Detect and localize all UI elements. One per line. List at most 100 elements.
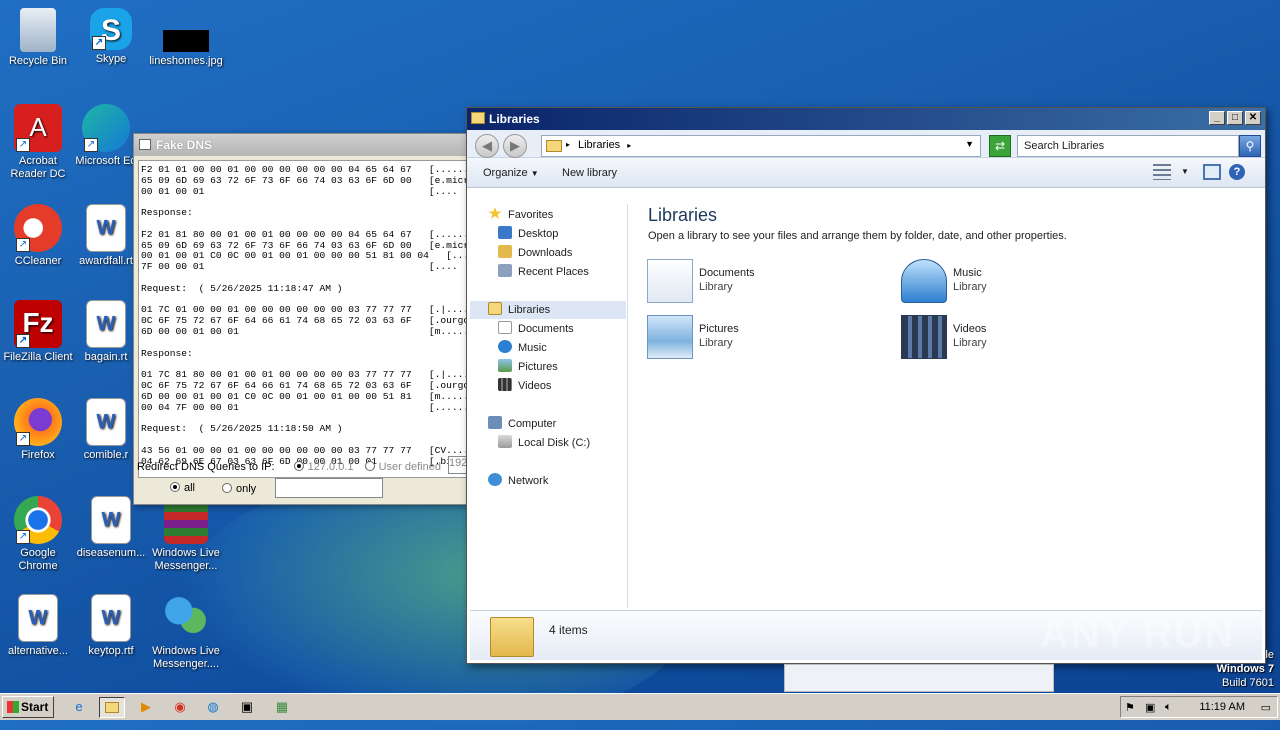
nav-pictures[interactable]: Pictures (498, 358, 558, 376)
app-taskbar-icon[interactable]: ▦ (269, 697, 295, 718)
show-desktop-icon[interactable]: ▭ (1261, 701, 1271, 714)
clock[interactable]: 11:19 AM (1199, 701, 1245, 713)
forward-button[interactable]: ▶ (503, 134, 527, 158)
fakedns-taskbar-button[interactable]: ▣ (234, 697, 260, 718)
chevron-down-icon[interactable]: ▼ (965, 139, 974, 149)
desktop-icon-ccleaner[interactable]: ↗ CCleaner (0, 204, 76, 268)
ccleaner-icon: ↗ (14, 204, 62, 252)
command-bar: Organize ▼ New library ▼ ? (467, 158, 1265, 188)
breadcrumb-chevron-icon: ▸ (566, 140, 571, 149)
desktop-icon-edge[interactable]: ↗ Microsoft Ed (72, 104, 140, 168)
maximize-button[interactable]: □ (1227, 111, 1243, 125)
library-music[interactable]: Music Library (901, 257, 1101, 305)
fakedns-titlebar[interactable]: Fake DNS (134, 134, 492, 156)
windows-flag-icon (7, 701, 19, 713)
desktop-icon-skype[interactable]: S ↗ Skype (73, 8, 149, 66)
explorer-taskbar-button[interactable] (99, 697, 125, 718)
computer-icon (488, 416, 502, 429)
library-videos[interactable]: Videos Library (901, 313, 1101, 361)
radio-icon (222, 483, 232, 493)
volume-icon[interactable]: 🔈︎ (1165, 701, 1172, 714)
content-pane: Libraries Open a library to see your fil… (629, 195, 1263, 608)
nav-libraries[interactable]: Libraries (470, 301, 626, 319)
nav-local-disk[interactable]: Local Disk (C:) (498, 434, 590, 452)
recycle-bin-icon (20, 8, 56, 52)
network-tray-icon[interactable]: ▣ (1145, 701, 1155, 714)
address-bar[interactable]: ▸ Libraries ▸ ▼ (541, 135, 981, 157)
desktop-icon-firefox[interactable]: ↗ Firefox (0, 398, 76, 462)
library-documents[interactable]: Documents Library (647, 257, 847, 305)
desktop-icon-diseasenum[interactable]: W diseasenum... (72, 496, 150, 560)
organize-button[interactable]: Organize ▼ (483, 167, 539, 179)
explorer-window[interactable]: Libraries _ □ ✕ ◀ ▶ ▸ Libraries ▸ ▼ ⇄ Se… (466, 107, 1266, 664)
nav-videos[interactable]: Videos (498, 377, 551, 395)
nav-desktop[interactable]: Desktop (498, 225, 558, 243)
explorer-titlebar[interactable]: Libraries _ □ ✕ (467, 108, 1265, 130)
desktop-icon-awardfall[interactable]: W awardfall.rt (72, 204, 140, 268)
desktop-icon (498, 226, 512, 239)
flag-icon[interactable]: ⚑ (1125, 701, 1135, 714)
only-radio[interactable]: only (222, 483, 256, 495)
nav-downloads[interactable]: Downloads (498, 244, 572, 262)
library-pictures[interactable]: Pictures Library (647, 313, 847, 361)
navigation-pane: Favorites Desktop Downloads Recent Place… (470, 204, 628, 608)
pictures-library-icon (647, 315, 693, 359)
firefox-icon: ↗ (14, 398, 62, 446)
word-document-icon: W (86, 300, 126, 348)
minimize-button[interactable]: _ (1209, 111, 1225, 125)
image-file-icon (163, 30, 209, 52)
user-defined-radio[interactable]: User defined (364, 461, 441, 473)
back-button[interactable]: ◀ (475, 134, 499, 158)
desktop-icon-winrar[interactable]: Windows Live Messenger... (148, 496, 224, 573)
ip-option-radio[interactable]: 127.0.0.1 (293, 461, 354, 473)
chevron-down-icon: ▼ (530, 169, 539, 178)
skype-icon: S ↗ (90, 8, 132, 50)
nav-recent-places[interactable]: Recent Places (498, 263, 589, 281)
user-ip-field[interactable]: 192 (448, 456, 468, 474)
window-app-icon (139, 139, 151, 150)
word-document-icon: W (91, 594, 131, 642)
chrome-icon: ↗ (14, 496, 62, 544)
word-document-icon: W (91, 496, 131, 544)
nav-documents[interactable]: Documents (498, 320, 574, 338)
nav-network[interactable]: Network (488, 472, 548, 490)
desktop-icon-alternative[interactable]: W alternative... (0, 594, 76, 658)
desktop-icon-keytop[interactable]: W keytop.rtf (72, 594, 150, 658)
help-icon[interactable]: ? (1229, 164, 1245, 180)
desktop-icon-lineshomes[interactable]: lineshomes.jpg (148, 8, 224, 68)
desktop-icon-filezilla[interactable]: Fz ↗ FileZilla Client (0, 300, 76, 364)
nav-favorites[interactable]: Favorites (488, 206, 553, 224)
close-button[interactable]: ✕ (1245, 111, 1261, 125)
desktop-icon-bagain[interactable]: W bagain.rt (72, 300, 140, 364)
ie-icon[interactable]: e (66, 697, 92, 718)
fakedns-window[interactable]: Fake DNS F2 01 01 00 00 01 00 00 00 00 0… (133, 133, 493, 505)
all-radio[interactable]: all (170, 482, 195, 494)
messenger-icon (162, 594, 210, 642)
new-library-button[interactable]: New library (562, 167, 617, 179)
videos-icon (498, 378, 512, 391)
nav-computer[interactable]: Computer (488, 415, 556, 433)
redirect-row: Redirect DNS Queries to IP: 127.0.0.1 Us… (137, 456, 468, 474)
refresh-button[interactable]: ⇄ (989, 135, 1011, 157)
preview-pane-icon[interactable] (1203, 164, 1221, 180)
nav-music[interactable]: Music (498, 339, 547, 357)
view-options-icon[interactable] (1153, 164, 1171, 180)
desktop-icon-chrome[interactable]: ↗ Google Chrome (0, 496, 76, 573)
desktop-icon-acrobat[interactable]: A ↗ Acrobat Reader DC (0, 104, 76, 181)
desktop-icon-messenger[interactable]: Windows Live Messenger.... (148, 594, 224, 671)
recent-places-icon (498, 264, 512, 277)
media-player-icon[interactable]: ▶ (133, 697, 159, 718)
chevron-down-icon[interactable]: ▼ (1181, 167, 1189, 176)
window-controls: _ □ ✕ (1209, 111, 1261, 125)
chrome-icon[interactable]: ◉ (167, 697, 193, 718)
desktop-icon-recycle-bin[interactable]: Recycle Bin (0, 8, 76, 68)
edge-icon[interactable]: ◍ (200, 697, 226, 718)
only-filter-input[interactable] (275, 478, 383, 498)
desktop-icon-comible[interactable]: W comible.r (72, 398, 140, 462)
dns-log-textarea[interactable]: F2 01 01 00 00 01 00 00 00 00 00 00 04 6… (138, 160, 488, 478)
search-input[interactable]: Search Libraries (1017, 135, 1239, 157)
search-icon[interactable]: ⚲ (1239, 135, 1261, 157)
network-icon (488, 473, 502, 486)
page-title: Libraries (648, 205, 718, 225)
start-button[interactable]: Start (2, 696, 54, 718)
